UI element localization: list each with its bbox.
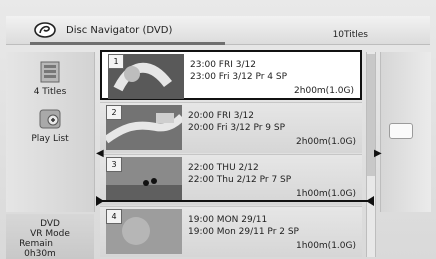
title-row-4[interactable]: 4 19:00 MON 29/11 19:00 Mon 29/11 Pr 2 S… — [100, 206, 362, 257]
title-date: 20:00 FRI 3/12 — [188, 111, 254, 121]
thumbnail: 1 — [108, 54, 184, 99]
marker-left-icon — [96, 196, 104, 206]
title-details: 19:00 Mon 29/11 Pr 2 SP — [188, 227, 299, 237]
playlist-icon — [39, 109, 61, 129]
title-duration: 2h00m(1.0G) — [294, 86, 354, 96]
disc-navigator-icon — [34, 22, 56, 38]
marker-right-icon — [366, 196, 374, 206]
title-number: 3 — [106, 157, 122, 172]
right-arrow-icon: ▶ — [374, 148, 382, 159]
title-underline — [30, 42, 225, 45]
title-duration: 1h00m(1.0G) — [296, 241, 356, 251]
divider-marker-line — [100, 200, 372, 202]
title-row-3[interactable]: 3 22:00 THU 2/12 22:00 Thu 2/12 Pr 7 SP … — [100, 154, 362, 205]
title-details: 20:00 Fri 3/12 Pr 9 SP — [188, 123, 286, 133]
remain-value: 0h30m — [24, 249, 56, 259]
title-duration: 2h00m(1.0G) — [296, 137, 356, 147]
title-details: 23:00 Fri 3/12 Pr 4 SP — [190, 72, 288, 82]
title-list: 1 23:00 FRI 3/12 23:00 Fri 3/12 Pr 4 SP … — [100, 50, 362, 259]
sidebar-item-label: Play List — [31, 134, 69, 144]
titles-list-icon — [40, 61, 60, 83]
sidebar-item-label: 4 Titles — [33, 87, 67, 97]
title-row-2[interactable]: 2 20:00 FRI 3/12 20:00 Fri 3/12 Pr 9 SP … — [100, 102, 362, 153]
title-number: 4 — [106, 209, 122, 224]
disc-info-panel: DVD VR Mode Remain 0h30m — [6, 214, 94, 259]
recording-mode: VR Mode — [30, 229, 70, 239]
right-panel — [380, 52, 431, 212]
title-date: 23:00 FRI 3/12 — [190, 60, 256, 70]
title-date: 19:00 MON 29/11 — [188, 215, 268, 225]
sidebar-item-titles[interactable]: 4 Titles — [6, 60, 94, 97]
sidebar-item-playlist[interactable]: Play List — [6, 107, 94, 144]
title-details: 22:00 Thu 2/12 Pr 7 SP — [188, 175, 292, 185]
left-arrow-icon: ◀ — [96, 148, 104, 159]
disc-type: DVD — [40, 219, 60, 229]
title-number: 1 — [108, 54, 124, 69]
left-sidebar: 4 Titles Play List — [6, 52, 95, 212]
side-button[interactable] — [389, 123, 413, 139]
thumbnail: 3 — [106, 157, 182, 202]
title-number: 2 — [106, 105, 122, 120]
title-row-1[interactable]: 1 23:00 FRI 3/12 23:00 Fri 3/12 Pr 4 SP … — [100, 50, 362, 100]
title-duration: 1h00m(1.0G) — [296, 189, 356, 199]
title-bar: Disc Navigator (DVD) 10Titles — [6, 16, 430, 45]
disc-navigator-screen: Disc Navigator (DVD) 10Titles 4 Titles P… — [0, 0, 436, 259]
remain-label: Remain — [19, 239, 53, 249]
title-date: 22:00 THU 2/12 — [188, 163, 259, 173]
page-title: Disc Navigator (DVD) — [66, 25, 173, 36]
thumbnail: 4 — [106, 209, 182, 254]
title-count: 10Titles — [332, 30, 368, 40]
thumbnail: 2 — [106, 105, 182, 150]
